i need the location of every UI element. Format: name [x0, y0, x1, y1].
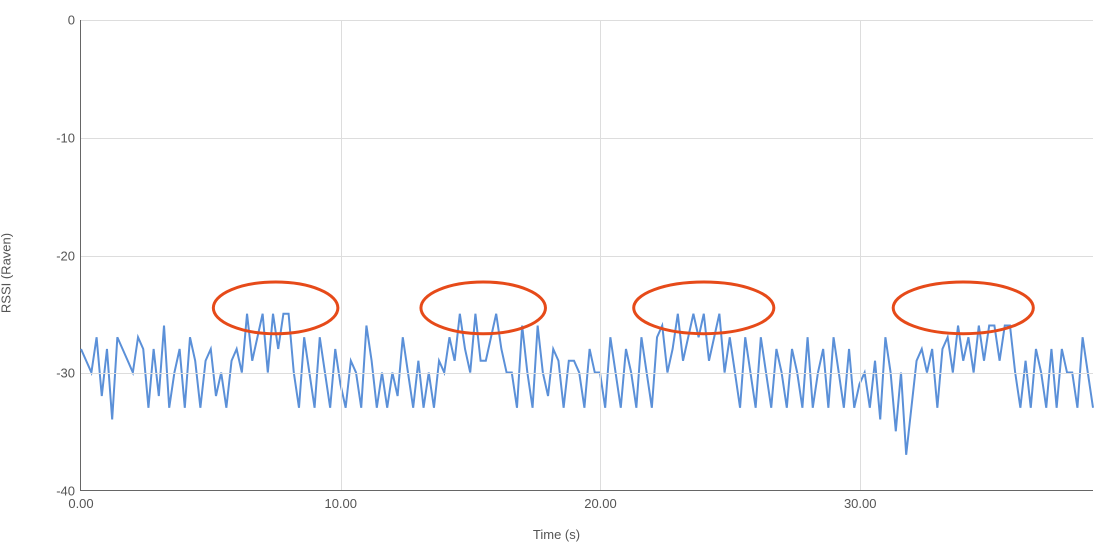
gridline-horizontal [81, 20, 1093, 21]
x-axis-label: Time (s) [533, 527, 580, 542]
y-tick-label: -30 [56, 366, 75, 381]
plot-area: 0-10-20-30-400.0010.0020.0030.00 [80, 20, 1093, 491]
annotation-ellipse [893, 282, 1033, 334]
x-tick-label: 10.00 [324, 496, 357, 511]
y-tick-label: 0 [68, 13, 75, 28]
gridline-horizontal [81, 138, 1093, 139]
gridline-horizontal [81, 256, 1093, 257]
gridline-horizontal [81, 373, 1093, 374]
gridline-vertical [600, 20, 601, 490]
gridline-vertical [341, 20, 342, 490]
chart-container: RSSI (Raven) Time (s) 0-10-20-30-400.001… [0, 0, 1113, 546]
x-tick-label: 30.00 [844, 496, 877, 511]
y-axis-label: RSSI (Raven) [0, 233, 14, 313]
series-line [81, 314, 1093, 455]
annotation-ellipse [634, 282, 774, 334]
gridline-vertical [860, 20, 861, 490]
y-tick-label: -20 [56, 248, 75, 263]
x-tick-label: 0.00 [68, 496, 93, 511]
x-tick-label: 20.00 [584, 496, 617, 511]
y-tick-label: -10 [56, 130, 75, 145]
annotation-ellipse [421, 282, 546, 334]
